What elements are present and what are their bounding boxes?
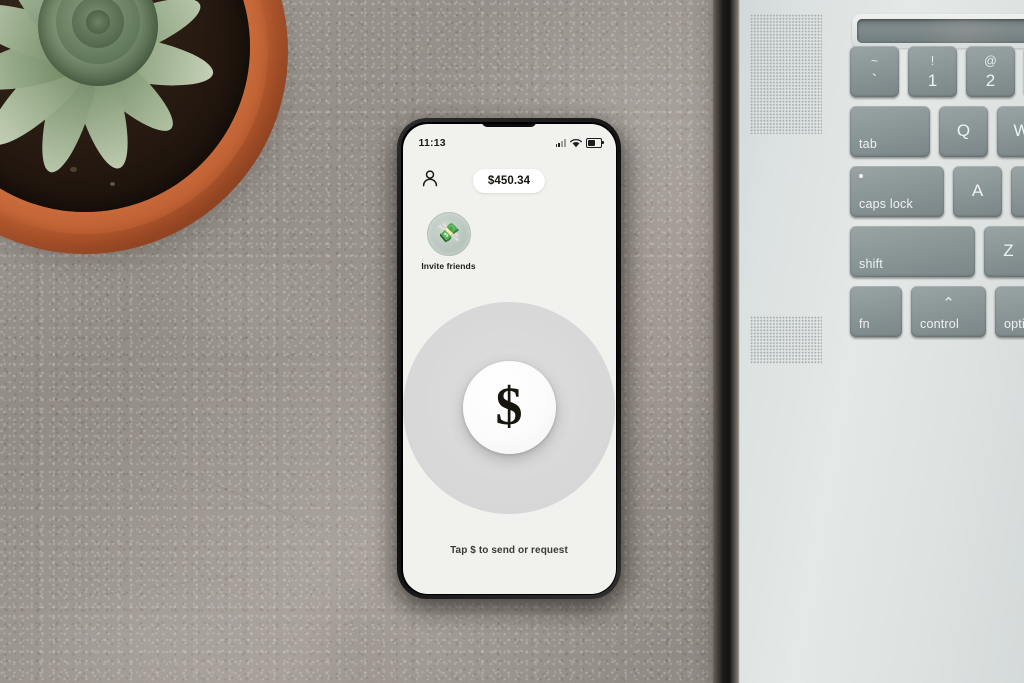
key-z[interactable]: Z <box>984 226 1024 277</box>
key-main-label: 1 <box>927 71 938 90</box>
cellular-signal-icon <box>555 138 566 147</box>
key-main-label: ` <box>871 71 878 90</box>
key-q[interactable]: Q <box>939 106 988 157</box>
key-top-label: ! <box>930 54 935 68</box>
dollar-sign-icon: $ <box>495 376 523 436</box>
laptop-hinge <box>713 0 739 683</box>
invite-friends-label: Invite friends <box>421 260 476 271</box>
send-request-area: $ <box>403 271 616 545</box>
key-a[interactable]: A <box>953 166 1002 217</box>
potted-succulent <box>0 0 302 272</box>
key-symbol: ⌥ <box>995 294 1024 312</box>
phone-bezel: 11:13 $450.34 💸 Invite friends $ Tap $ t… <box>401 122 617 595</box>
key-main-label: Z <box>1003 240 1014 260</box>
touch-bar[interactable] <box>857 19 1024 43</box>
key-main-label: caps lock <box>859 197 913 211</box>
key-main-label: option <box>1004 317 1024 331</box>
key-top-label: ~ <box>870 54 879 68</box>
key-two[interactable]: @2 <box>966 46 1015 97</box>
key-main-label: 2 <box>985 71 996 90</box>
app-header: $450.34 <box>403 156 616 198</box>
key-w[interactable]: W <box>997 106 1024 157</box>
phone-screen[interactable]: 11:13 $450.34 💸 Invite friends $ Tap $ t… <box>402 123 616 594</box>
key-caps-lock[interactable]: caps lock <box>850 166 944 217</box>
key-option[interactable]: ⌥ option <box>995 286 1024 337</box>
key-s[interactable]: S <box>1011 166 1024 217</box>
key-tab[interactable]: tab <box>850 106 930 157</box>
key-main-label: S <box>1011 181 1024 201</box>
macbook-laptop: ~`!1@2#3tabQWcaps lockASshiftZfn⌃control… <box>727 0 1024 683</box>
phone-notch <box>482 123 536 127</box>
key-top-label: @ <box>984 54 997 68</box>
battery-icon <box>585 137 604 148</box>
touch-bar-reflection <box>918 19 1011 43</box>
smartphone: 11:13 $450.34 💸 Invite friends $ Tap $ t… <box>397 118 621 599</box>
key-main-label: W <box>1013 120 1024 140</box>
status-icons <box>555 137 604 148</box>
key-symbol: ⌃ <box>942 295 955 312</box>
dollar-action-button[interactable]: $ <box>462 361 556 454</box>
action-hint-text: Tap $ to send or request <box>450 544 568 556</box>
key-main-label: Q <box>956 120 971 140</box>
key-fn[interactable]: fn <box>850 286 902 337</box>
key-main-label: fn <box>859 317 870 331</box>
laptop-speaker-grille-top <box>750 14 822 134</box>
key-control[interactable]: ⌃ control <box>911 286 986 337</box>
status-bar: 11:13 <box>403 124 616 156</box>
wifi-icon <box>569 138 582 148</box>
balance-pill[interactable]: $450.34 <box>472 168 546 193</box>
key-tilde[interactable]: ~ ` <box>850 46 899 97</box>
key-main-label: control <box>920 317 959 331</box>
person-icon[interactable] <box>421 169 439 193</box>
key-one[interactable]: ! 1 <box>908 46 957 97</box>
key-main-label: A <box>971 180 984 200</box>
status-time: 11:13 <box>418 136 446 149</box>
touch-bar-frame <box>852 14 1024 48</box>
money-emoji-avatar[interactable]: 💸 <box>426 211 471 256</box>
key-shift[interactable]: shift <box>850 226 975 277</box>
invite-friends-item[interactable]: 💸 Invite friends <box>421 211 477 271</box>
caps-lock-indicator-icon <box>859 174 863 178</box>
flat-lay-scene: ~`!1@2#3tabQWcaps lockASshiftZfn⌃control… <box>0 0 1024 683</box>
laptop-speaker-grille-bottom <box>750 316 822 364</box>
key-main-label: tab <box>859 137 877 151</box>
key-main-label: shift <box>859 257 883 271</box>
